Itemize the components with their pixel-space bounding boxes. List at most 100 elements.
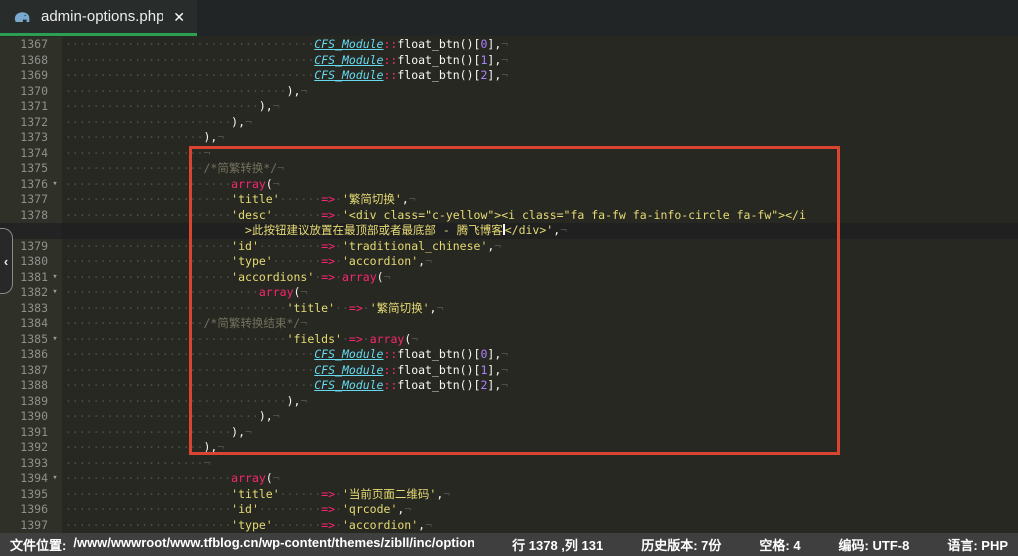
code-text: ····································CFS_… [62, 37, 1018, 53]
line-number: 1386 [0, 347, 48, 363]
code-line[interactable]: 1380························'type'······… [0, 254, 1018, 270]
line-number: 1384 [0, 316, 48, 332]
code-line[interactable]: 1375····················/*简繁转换*/¬ [0, 161, 1018, 177]
line-number: 1397 [0, 518, 48, 534]
code-text: ························'accordions'·=>·… [62, 270, 1018, 286]
close-tab-icon[interactable]: ✕ [173, 10, 185, 24]
gutter-cell: 1368 [0, 53, 62, 69]
gutter-cell: 1392 [0, 440, 62, 456]
code-text: ························'desc'·······=>·… [62, 208, 1018, 224]
code-line[interactable]: 1368 ····································… [0, 53, 1018, 69]
code-line[interactable]: 1395························'title'·····… [0, 487, 1018, 503]
code-line[interactable]: 1391························),¬ [0, 425, 1018, 441]
code-text: >此按钮建议放置在最顶部或者最底部 - 腾飞博客</div>',¬ [62, 223, 1018, 239]
status-item: 行 1378 ,列 131 [512, 535, 603, 554]
status-items: 行 1378 ,列 131历史版本: 7份空格: 4编码: UTF-8语言: P… [474, 535, 1008, 554]
code-text: ····················/*简繁转换结束*/¬ [62, 316, 1018, 332]
code-line[interactable]: 1367 ····································… [0, 37, 1018, 53]
code-line[interactable]: 1377························'title'·····… [0, 192, 1018, 208]
fold-arrow-icon[interactable]: ▾ [48, 270, 62, 286]
line-number: 1368 [0, 53, 48, 69]
line-number: 1370 [0, 84, 48, 100]
code-line[interactable]: 1386 ····································… [0, 347, 1018, 363]
code-line[interactable]: 1383 ································'tit… [0, 301, 1018, 317]
code-line[interactable]: 1374····················¬ [0, 146, 1018, 162]
gutter-cell: 1378 [0, 208, 62, 224]
gutter-cell: 1372 [0, 115, 62, 131]
code-text: ····································CFS_… [62, 347, 1018, 363]
code-line[interactable]: 1385▾································'fi… [0, 332, 1018, 348]
code-line[interactable]: 1388····································… [0, 378, 1018, 394]
tab-bar: admin-options.php ✕ [0, 0, 1018, 36]
code-text: ····················¬ [62, 456, 1018, 472]
sidebar-collapse-handle[interactable]: ‹ [0, 228, 13, 294]
tab-admin-options[interactable]: admin-options.php ✕ [0, 0, 197, 36]
code-text: ························),¬ [62, 115, 1018, 131]
gutter-cell: 1370 [0, 84, 62, 100]
code-text: ································),¬ [62, 394, 1018, 410]
fold-arrow-icon[interactable]: ▾ [48, 177, 62, 193]
code-line[interactable]: 1394▾························array(¬ [0, 471, 1018, 487]
code-line[interactable]: 1382▾····························array(¬ [0, 285, 1018, 301]
gutter-cell: 1369 [0, 68, 62, 84]
status-item: 语言: PHP [947, 535, 1008, 554]
fold-arrow-icon[interactable]: ▾ [48, 332, 62, 348]
code-line[interactable]: 1373····················),¬ [0, 130, 1018, 146]
code-line[interactable]: 1397························'type'······… [0, 518, 1018, 534]
line-number: 1371 [0, 99, 48, 115]
line-number: 1376 [0, 177, 48, 193]
fold-arrow-icon[interactable]: ▾ [48, 285, 62, 301]
code-line[interactable]: 1369····································… [0, 68, 1018, 84]
code-line[interactable]: 1392 ····················),¬ [0, 440, 1018, 456]
gutter-cell: 1395 [0, 487, 62, 503]
line-number: 1390 [0, 409, 48, 425]
code-line[interactable]: 1378························'desc'······… [0, 208, 1018, 224]
gutter-cell: 1373 [0, 130, 62, 146]
status-bar: 文件位置: /www/wwwroot/www.tfblog.cn/wp-cont… [0, 533, 1018, 556]
code-line[interactable]: >此按钮建议放置在最顶部或者最底部 - 腾飞博客</div>',¬ [0, 223, 1018, 239]
code-line[interactable]: 1389 ································),¬ [0, 394, 1018, 410]
code-text: ································),¬ [62, 84, 1018, 100]
code-line[interactable]: 1384 ····················/*简繁转换结束*/¬ [0, 316, 1018, 332]
code-text: ························array(¬ [62, 471, 1018, 487]
code-line[interactable]: 1372 ························),¬ [0, 115, 1018, 131]
code-line[interactable]: 1393····················¬ [0, 456, 1018, 472]
code-line[interactable]: 1390 ····························),¬ [0, 409, 1018, 425]
code-text: ····························),¬ [62, 409, 1018, 425]
status-item: 历史版本: 7份 [641, 535, 721, 554]
line-number: 1383 [0, 301, 48, 317]
code-text: ································'title'·… [62, 301, 1018, 317]
code-line[interactable]: 1396························'id'········… [0, 502, 1018, 518]
line-number: 1389 [0, 394, 48, 410]
gutter-cell: 1371 [0, 99, 62, 115]
code-line[interactable]: 1381▾························'accordions… [0, 270, 1018, 286]
code-text: ····················),¬ [62, 440, 1018, 456]
file-location-label: 文件位置: [10, 535, 66, 554]
line-number: 1387 [0, 363, 48, 379]
file-path: /www/wwwroot/www.tfblog.cn/wp-content/th… [73, 535, 474, 554]
line-number: 1372 [0, 115, 48, 131]
code-line[interactable]: 1376▾························array(¬ [0, 177, 1018, 193]
gutter-cell: 1385▾ [0, 332, 62, 348]
line-number: 1394 [0, 471, 48, 487]
code-line[interactable]: 1387····································… [0, 363, 1018, 379]
gutter-cell: 1396 [0, 502, 62, 518]
tab-label: admin-options.php [41, 8, 163, 25]
gutter-cell: 1386 [0, 347, 62, 363]
code-text: ························array(¬ [62, 177, 1018, 193]
code-text: ························),¬ [62, 425, 1018, 441]
code-line[interactable]: 1379························'id'········… [0, 239, 1018, 255]
gutter-cell: 1389 [0, 394, 62, 410]
line-number: 1388 [0, 378, 48, 394]
code-text: ························'title'······=>·… [62, 487, 1018, 503]
code-text: ····································CFS_… [62, 53, 1018, 69]
code-line[interactable]: 1370 ································),¬ [0, 84, 1018, 100]
file-location: 文件位置: /www/wwwroot/www.tfblog.cn/wp-cont… [10, 535, 474, 554]
code-line[interactable]: 1371····························),¬ [0, 99, 1018, 115]
line-number: 1392 [0, 440, 48, 456]
gutter-cell: 1383 [0, 301, 62, 317]
line-number: 1385 [0, 332, 48, 348]
fold-arrow-icon[interactable]: ▾ [48, 471, 62, 487]
code-editor[interactable]: 1367 ····································… [0, 36, 1018, 533]
line-number: 1367 [0, 37, 48, 53]
